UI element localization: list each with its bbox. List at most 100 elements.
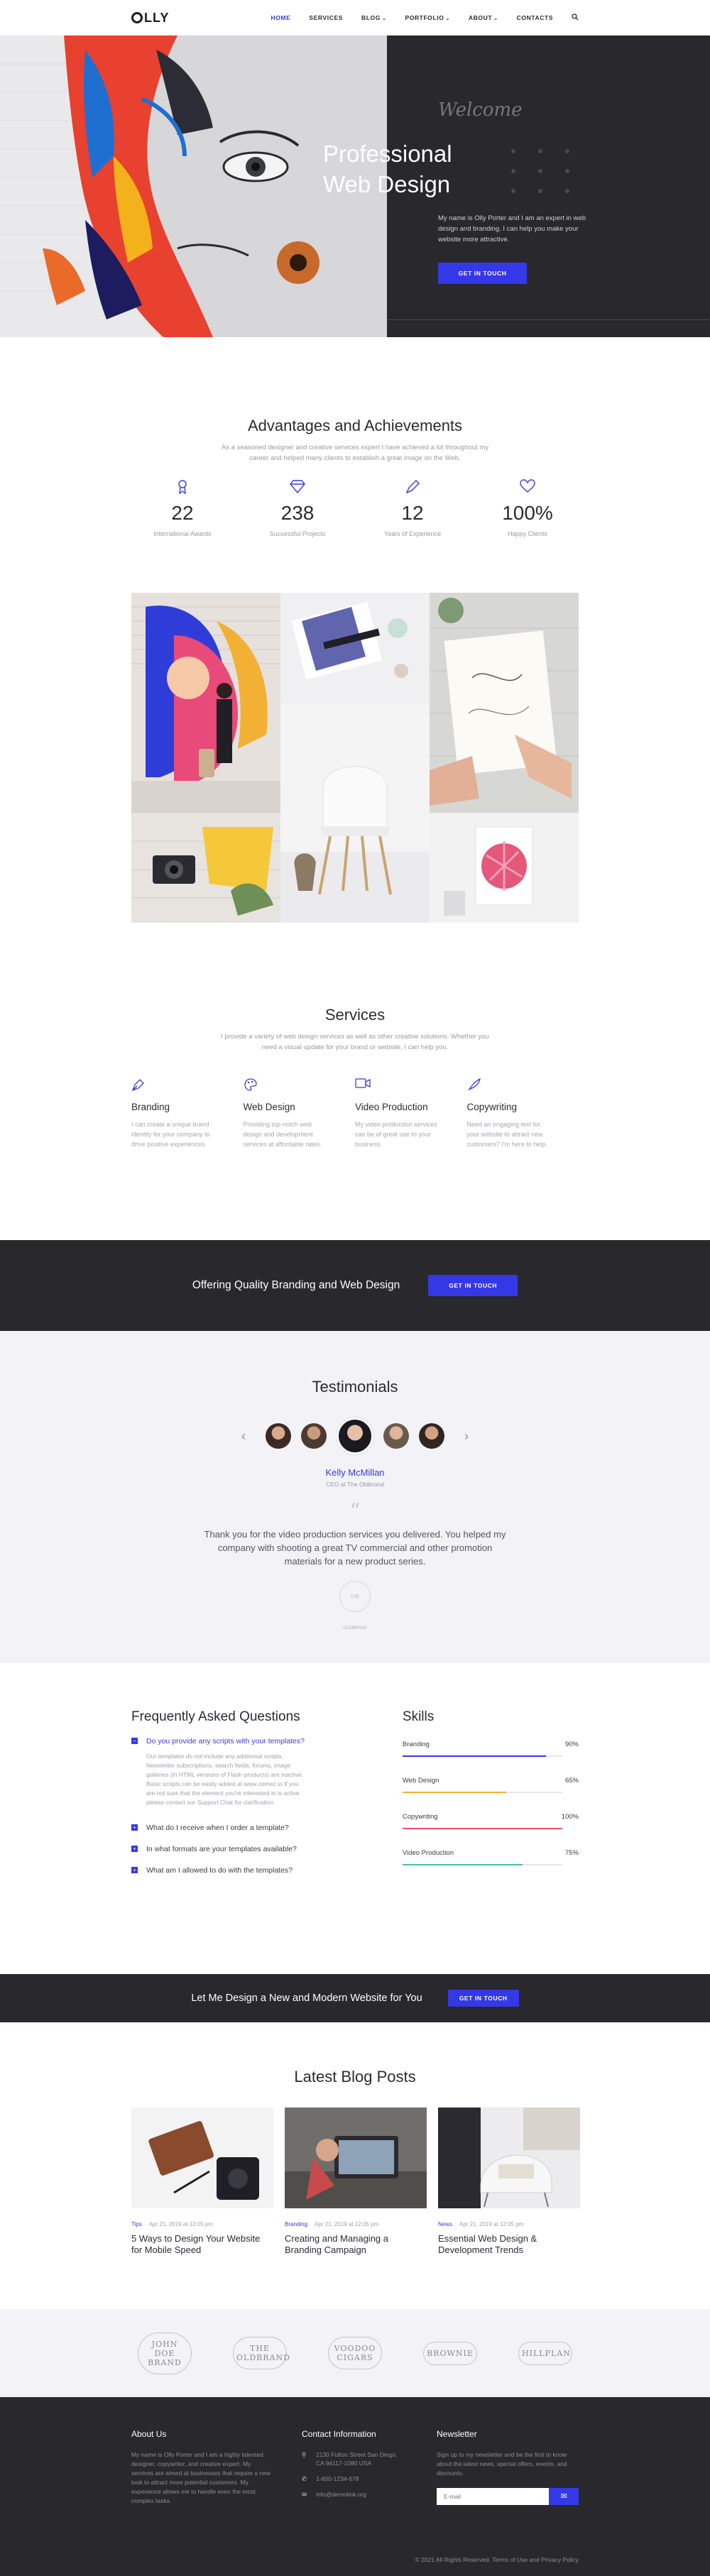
chevron-right-icon[interactable]: › (464, 1429, 469, 1444)
nav-about[interactable]: ABOUT ⌄ (469, 14, 498, 21)
skill-percent: 90% (564, 1741, 579, 1748)
hero-dot-pattern (511, 149, 571, 193)
search-icon[interactable] (572, 13, 579, 22)
gallery-image-pink-frame[interactable] (430, 813, 579, 923)
skill-fill (402, 1828, 562, 1829)
skill-name: Video Production (402, 1849, 454, 1857)
brand-logo[interactable]: VOODOO CIGARS (328, 2337, 382, 2369)
service-video-production[interactable]: Video Production My video production ser… (355, 1078, 467, 1149)
hero-title: Professional Web Design (323, 138, 452, 199)
faq-item[interactable]: + What am I allowed to do with the templ… (131, 1865, 339, 1875)
avatar[interactable] (383, 1423, 409, 1449)
gallery-image-camera[interactable] (131, 813, 280, 923)
logo[interactable]: LLY (131, 11, 169, 26)
stat-number: 100% (502, 502, 553, 524)
skill-bar: Video Production 75% (402, 1849, 579, 1865)
blog-post[interactable]: Tips Apr 21, 2019 at 12:05 pm 5 Ways to D… (131, 2108, 273, 2256)
cta2-text: Let Me Design a New and Modern Website f… (191, 1993, 422, 2004)
footer-address-text: 2130 Fulton Street San Diego, CA 94117-1… (316, 2451, 398, 2467)
service-title: Copywriting (466, 1102, 518, 1112)
blog-post-title[interactable]: Essential Web Design & Development Trend… (438, 2233, 580, 2256)
footer-email-text: info@demolink.org (316, 2491, 366, 2498)
quote-icon: “ (349, 1499, 361, 1524)
service-branding[interactable]: Branding I can create a unique brand ide… (131, 1078, 244, 1149)
services-subtitle: I provide a variety of web design servic… (221, 1033, 489, 1051)
blog-title: Latest Blog Posts (294, 2068, 416, 2086)
nav-portfolio-label: PORTFOLIO (405, 14, 444, 21)
blog-post-meta: Tips Apr 21, 2019 at 12:05 pm (131, 2221, 273, 2227)
blog-post-category[interactable]: Branding (285, 2221, 307, 2227)
blog-post-title[interactable]: Creating and Managing a Branding Campaig… (285, 2233, 427, 2256)
diamond-icon (240, 479, 355, 498)
nav-blog-label: BLOG (361, 14, 381, 21)
portfolio-gallery (0, 593, 710, 965)
service-copywriting[interactable]: Copywriting Need an engaging text for yo… (467, 1078, 579, 1149)
gallery-image-magazine[interactable] (280, 593, 430, 703)
service-desc: Need an engaging text for your website t… (466, 1121, 547, 1148)
cta2-get-in-touch-button[interactable]: GET IN TOUCH (447, 1990, 519, 2007)
testimonial-role: CEO at The Oldbrand (325, 1481, 385, 1488)
faq-block: Frequently Asked Questions − Do you prov… (131, 1709, 339, 1974)
footer-email[interactable]: ✉ info@demolink.org (302, 2490, 437, 2499)
nav-contacts[interactable]: CONTACTS (517, 14, 553, 21)
faq-question: In what formats are your templates avail… (146, 1845, 297, 1853)
brand-logo[interactable]: JOHN DOE BRAND (138, 2332, 192, 2374)
avatar[interactable] (301, 1423, 327, 1449)
gallery-image-mural-walker[interactable] (131, 593, 280, 813)
nav-portfolio[interactable]: PORTFOLIO ⌄ (405, 14, 449, 21)
blog-post-image[interactable] (285, 2108, 427, 2208)
faq-item[interactable]: + In what formats are your templates ava… (131, 1844, 339, 1854)
chevron-left-icon[interactable]: ‹ (241, 1429, 246, 1444)
achievements-subtitle: As a seasoned designer and creative serv… (222, 444, 488, 462)
site-footer: About Us My name is Olly Porter and I am… (0, 2397, 710, 2576)
nav-home[interactable]: HOME (271, 14, 290, 21)
pen-icon (355, 479, 470, 498)
nav-contacts-label: CONTACTS (516, 14, 553, 21)
gallery-image-white-chair[interactable] (280, 703, 430, 923)
brand-logo[interactable]: THE OLDBRAND (233, 2337, 290, 2369)
brand-logo[interactable]: HILLPLAN (518, 2341, 572, 2365)
avatar[interactable] (419, 1423, 444, 1449)
blog-post[interactable]: News Apr 21, 2019 at 12:05 pm Essential W… (438, 2108, 580, 2256)
cta-text: Offering Quality Branding and Web Design (192, 1279, 400, 1291)
nav-about-label: ABOUT (468, 14, 493, 21)
hero-get-in-touch-button[interactable]: GET IN TOUCH (438, 263, 527, 284)
blog-post-category[interactable]: News (438, 2221, 452, 2227)
nav-blog[interactable]: BLOG ⌄ (361, 14, 386, 21)
newsletter-email-input[interactable] (437, 2488, 550, 2505)
plus-icon: + (131, 1824, 138, 1831)
nav-services[interactable]: SERVICES (309, 14, 343, 21)
service-web-design[interactable]: Web Design Providing top-notch web desig… (244, 1078, 356, 1149)
faq-item[interactable]: + What do I receive when I order a templ… (131, 1823, 339, 1833)
blog-post-meta: Branding Apr 21, 2019 at 12:05 pm (285, 2221, 427, 2227)
cta-get-in-touch-button[interactable]: GET IN TOUCH (428, 1275, 518, 1296)
footer-newsletter-text: Sign up to my newsletter and be the firs… (437, 2451, 567, 2477)
footer-about-text: My name is Olly Porter and I am a highly… (131, 2451, 271, 2504)
avatar-active[interactable] (337, 1418, 373, 1454)
faq-list: − Do you provide any scripts with your t… (131, 1736, 339, 1875)
blog-post-category[interactable]: Tips (131, 2221, 142, 2227)
heart-icon (470, 479, 585, 498)
blog-post-image[interactable] (438, 2108, 580, 2208)
copyright: © 2021 All Rights Reserved. Terms of Use… (415, 2556, 579, 2563)
blog-post-date: Apr 21, 2019 at 12:05 pm (459, 2221, 524, 2227)
blog-post-image[interactable] (131, 2108, 273, 2208)
stat-label: International Awards (153, 530, 212, 537)
blog-post-title[interactable]: 5 Ways to Design Your Website for Mobile… (131, 2233, 273, 2256)
faq-item[interactable]: − Do you provide any scripts with your t… (131, 1736, 339, 1746)
blog-post-date: Apr 21, 2019 at 12:05 pm (148, 2221, 214, 2227)
services-section: Services I provide a variety of web desi… (0, 965, 710, 1240)
skill-bar: Copywriting 100% (402, 1813, 579, 1829)
footer-phone[interactable]: ✆ 1-800-1234-678 (302, 2474, 437, 2483)
testimonial-avatars: ‹ › (0, 1418, 710, 1454)
newsletter-submit-button[interactable]: ✉ (549, 2488, 579, 2505)
avatar[interactable] (266, 1423, 291, 1449)
gallery-image-sketching[interactable] (430, 593, 579, 813)
nav-home-label: HOME (271, 14, 291, 21)
blog-section: Latest Blog Posts Tips Apr 21, 2019 at 12… (0, 2022, 710, 2309)
stat-number: 12 (401, 502, 424, 524)
blog-post[interactable]: Branding Apr 21, 2019 at 12:05 pm Creatin… (285, 2108, 427, 2256)
skill-name: Copywriting (402, 1813, 438, 1821)
brand-logo[interactable]: BROWNIE (423, 2341, 477, 2365)
testimonial-name: Kelly McMillan (325, 1467, 385, 1478)
